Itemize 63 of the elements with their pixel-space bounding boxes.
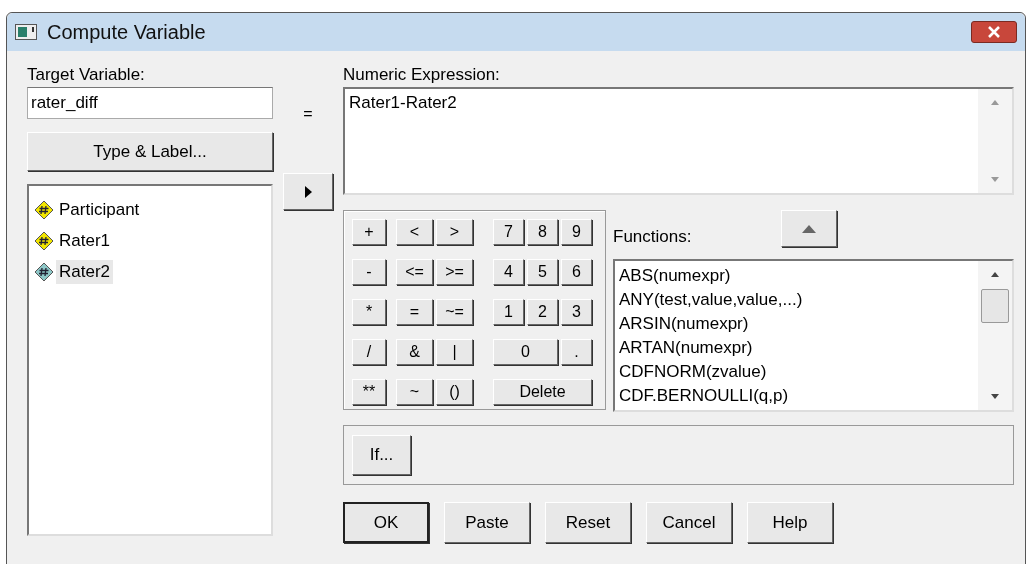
up-triangle-icon bbox=[802, 224, 816, 233]
target-variable-field[interactable]: rater_diff bbox=[27, 87, 273, 119]
keypad-key[interactable]: 5 bbox=[527, 259, 558, 285]
dialog-button[interactable]: Help bbox=[747, 502, 833, 543]
keypad-key[interactable]: 7 bbox=[493, 219, 524, 245]
keypad-key[interactable]: Delete bbox=[493, 379, 592, 405]
keypad-key[interactable]: 8 bbox=[527, 219, 558, 245]
dialog-button[interactable]: OK bbox=[343, 502, 429, 543]
keypad-key[interactable]: 2 bbox=[527, 299, 558, 325]
keypad-key[interactable]: <= bbox=[396, 259, 433, 285]
window-icon bbox=[15, 24, 37, 40]
keypad-key[interactable]: < bbox=[396, 219, 433, 245]
keypad-key[interactable]: 6 bbox=[561, 259, 592, 285]
move-button[interactable] bbox=[283, 173, 333, 210]
close-icon bbox=[987, 26, 1001, 38]
dialog-button[interactable]: Paste bbox=[444, 502, 530, 543]
keypad-key[interactable]: | bbox=[436, 339, 473, 365]
keypad-key[interactable]: () bbox=[436, 379, 473, 405]
variable-item[interactable]: Rater2 bbox=[56, 259, 114, 284]
numeric-variable-icon bbox=[34, 261, 54, 282]
function-item[interactable]: CDF.BERNOULLI(q,p) bbox=[619, 384, 974, 408]
keypad-key[interactable]: 9 bbox=[561, 219, 592, 245]
equals-sign: = bbox=[303, 105, 313, 123]
dialog-button[interactable]: Reset bbox=[545, 502, 631, 543]
dialog-button[interactable]: Cancel bbox=[646, 502, 732, 543]
keypad-key[interactable]: - bbox=[352, 259, 386, 285]
variable-item[interactable]: Participant bbox=[56, 197, 143, 222]
variable-item[interactable]: Rater1 bbox=[56, 228, 114, 253]
keypad-key[interactable]: & bbox=[396, 339, 433, 365]
keypad-key[interactable]: 4 bbox=[493, 259, 524, 285]
function-item[interactable]: ARSIN(numexpr) bbox=[619, 312, 974, 336]
function-item[interactable]: ABS(numexpr) bbox=[619, 264, 974, 288]
window-title: Compute Variable bbox=[47, 20, 206, 44]
keypad-key[interactable]: + bbox=[352, 219, 386, 245]
target-variable-label: Target Variable: bbox=[27, 65, 146, 85]
function-item[interactable]: CDFNORM(zvalue) bbox=[619, 360, 974, 384]
numeric-variable-icon bbox=[34, 230, 54, 251]
keypad-key[interactable]: = bbox=[396, 299, 433, 325]
numeric-variable-icon bbox=[34, 199, 54, 220]
keypad-key[interactable]: 1 bbox=[493, 299, 524, 325]
numeric-expression-label: Numeric Expression: bbox=[343, 65, 501, 85]
right-triangle-icon bbox=[304, 185, 312, 198]
keypad-key[interactable]: ~ bbox=[396, 379, 433, 405]
scroll-bar[interactable] bbox=[978, 261, 1012, 410]
keypad-key[interactable]: . bbox=[561, 339, 592, 365]
keypad-key[interactable]: ~= bbox=[436, 299, 473, 325]
close-button[interactable] bbox=[971, 21, 1017, 43]
keypad-key[interactable]: / bbox=[352, 339, 386, 365]
keypad-key[interactable]: >= bbox=[436, 259, 473, 285]
keypad-key[interactable]: 3 bbox=[561, 299, 592, 325]
functions-label: Functions: bbox=[613, 227, 693, 247]
move-up-button[interactable] bbox=[781, 210, 837, 247]
type-label-button[interactable]: Type & Label... bbox=[27, 132, 273, 171]
keypad-key[interactable]: * bbox=[352, 299, 386, 325]
numeric-expression-field[interactable]: Rater1-Rater2 bbox=[343, 87, 1014, 195]
function-item[interactable]: ARTAN(numexpr) bbox=[619, 336, 974, 360]
keypad-key[interactable]: ** bbox=[352, 379, 386, 405]
if-button[interactable]: If... bbox=[352, 435, 411, 475]
expression-text: Rater1-Rater2 bbox=[348, 92, 458, 114]
function-item[interactable]: ANY(test,value,value,...) bbox=[619, 288, 974, 312]
keypad-key[interactable]: > bbox=[436, 219, 473, 245]
scroll-bar[interactable] bbox=[978, 89, 1012, 193]
keypad-key[interactable]: 0 bbox=[493, 339, 558, 365]
